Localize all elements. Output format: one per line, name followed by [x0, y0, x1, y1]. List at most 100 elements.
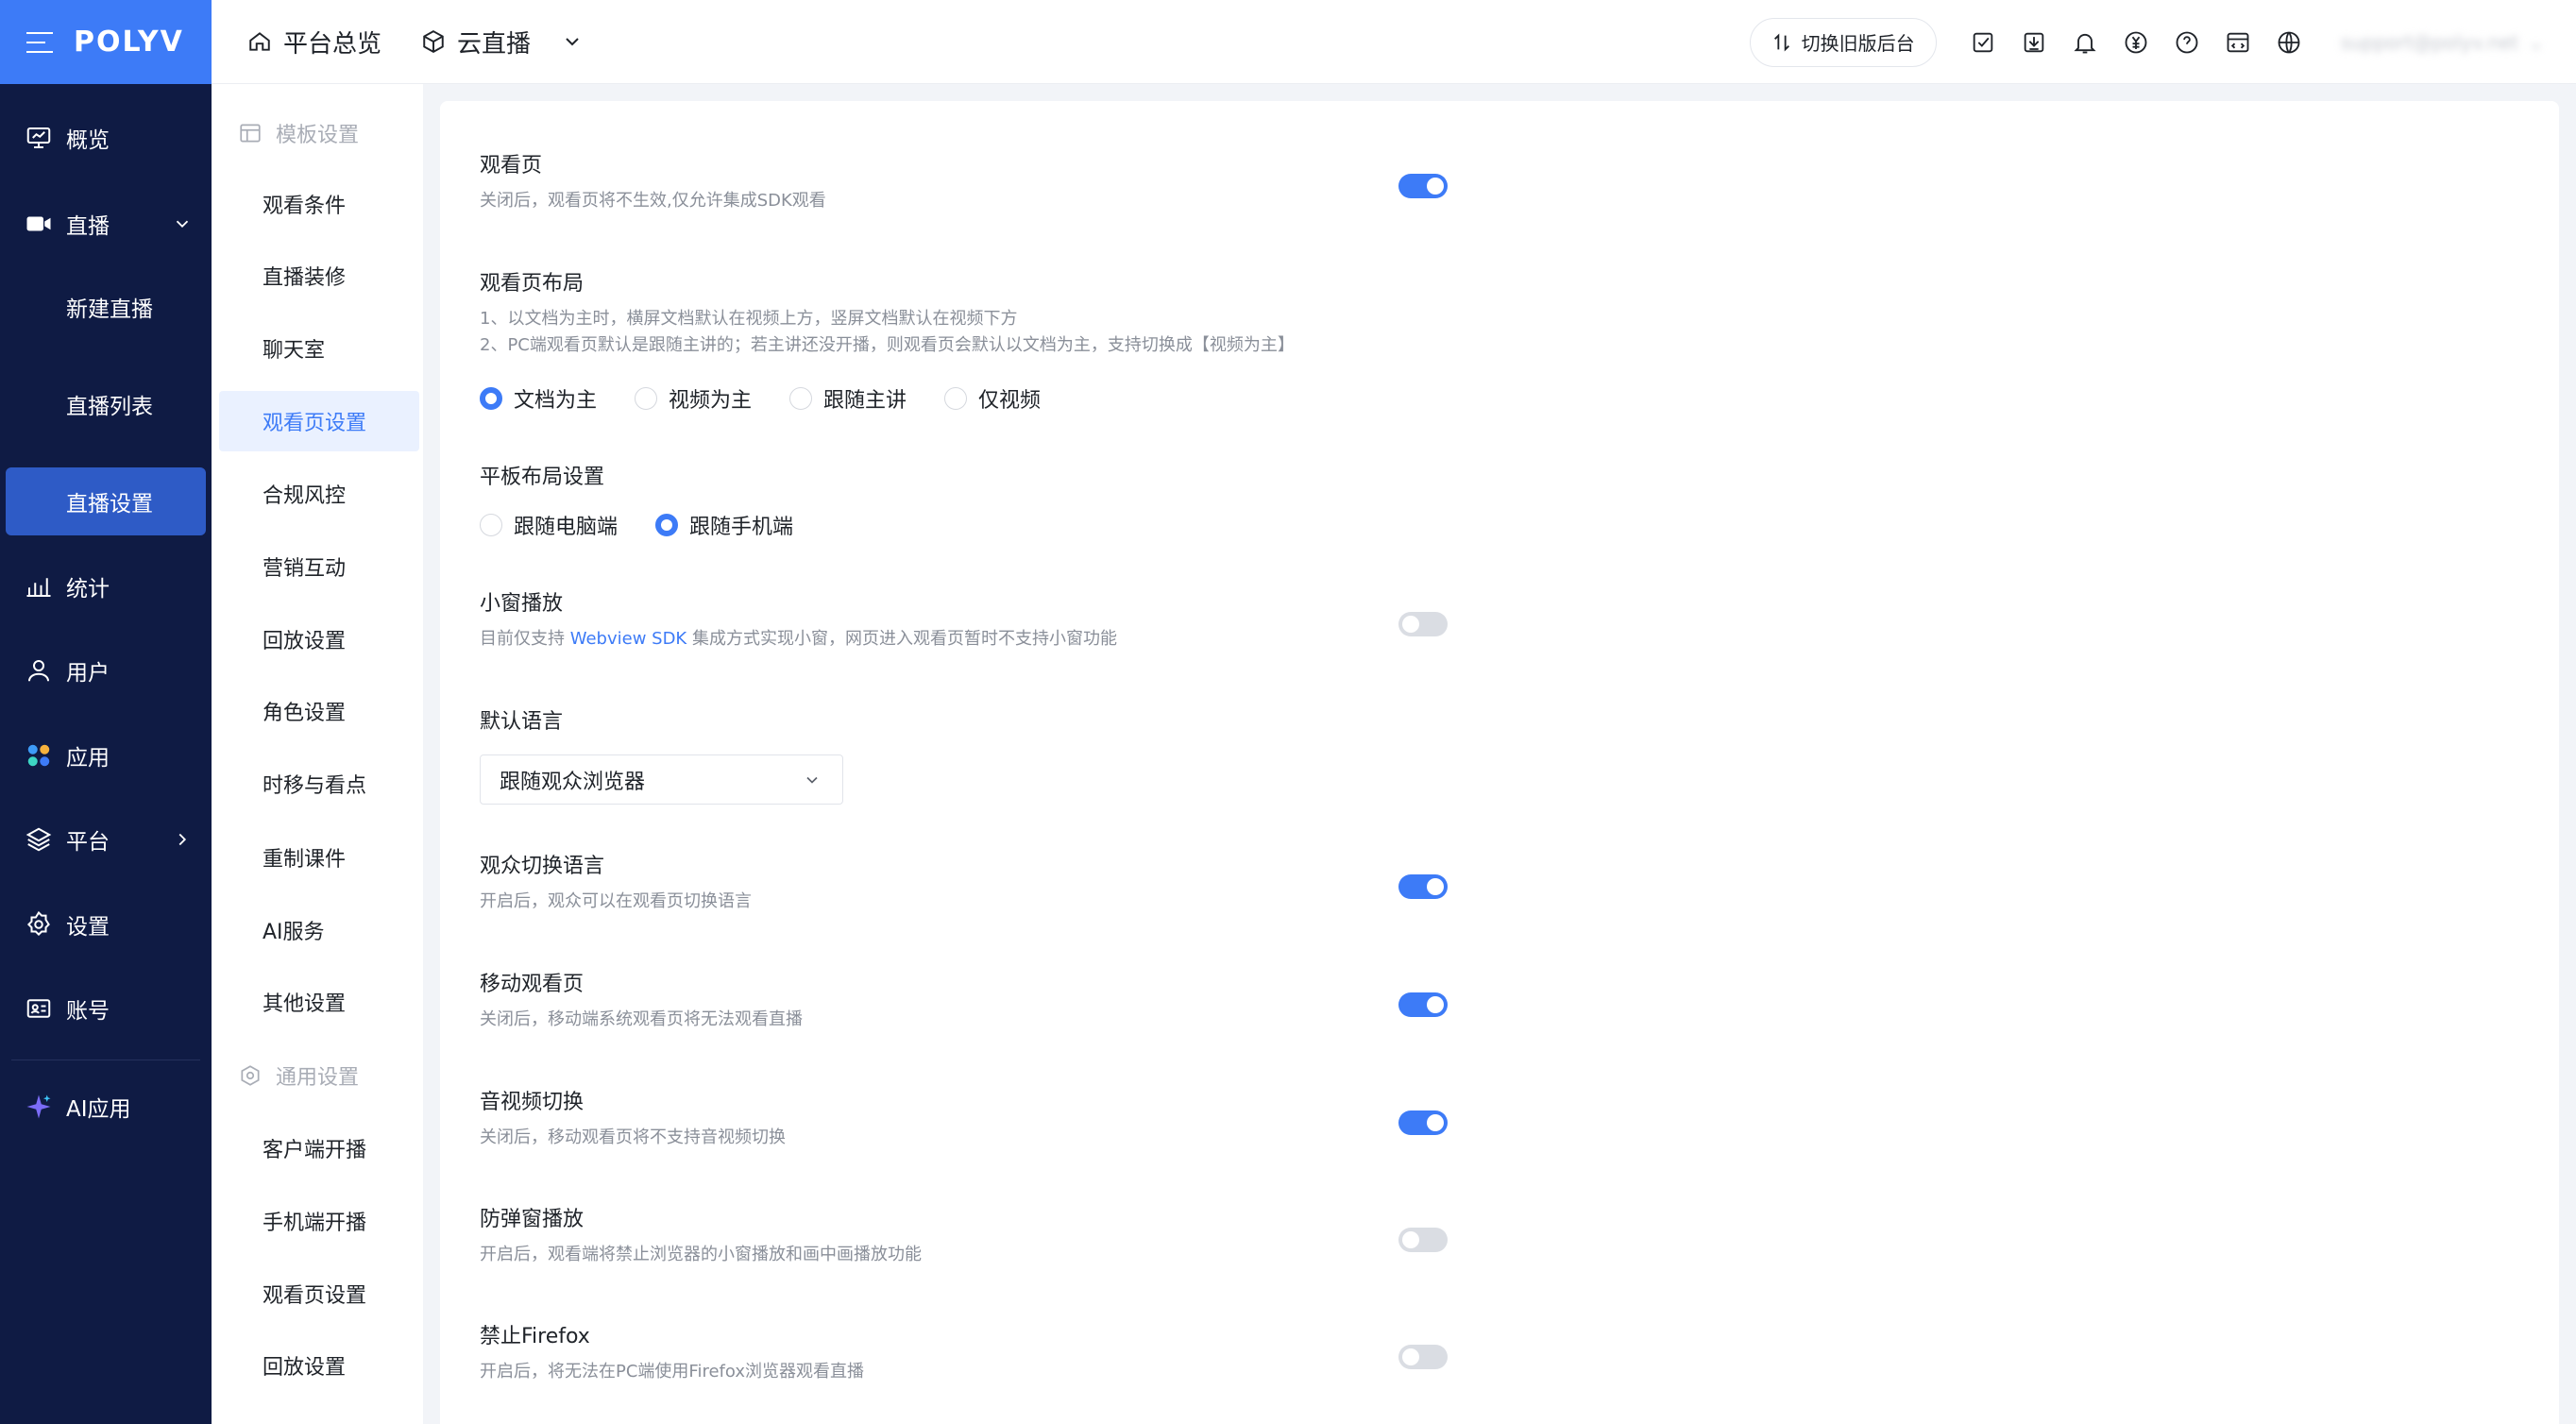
user-menu[interactable]: support@polyv.net ⌄ [2341, 31, 2544, 54]
viewer-switch-language-toggle[interactable] [1398, 874, 1448, 899]
desc-text: 目前仅支持 [480, 629, 570, 649]
nav-sub-new-live[interactable]: 新建直播 [0, 273, 212, 341]
bell-icon[interactable] [2072, 29, 2098, 56]
subnav-group-label: 通用设置 [276, 1066, 360, 1090]
setting-desc: 开启后，将无法在PC端使用Firefox浏览器观看直播 [480, 1362, 864, 1382]
setting-desc-line-2: 2、PC端观看页默认是跟随主讲的；若主讲还没开播，则观看页会默认以文档为主，支持… [480, 335, 1295, 355]
code-window-icon[interactable] [2225, 29, 2251, 56]
layout-radio-video-only[interactable]: 仅视频 [944, 383, 1041, 414]
desc-text: 集成方式实现小窗，网页进入观看页暂时不支持小窗功能 [686, 629, 1117, 649]
setting-desc: 开启后，观看端将禁止浏览器的小窗播放和画中画播放功能 [480, 1245, 922, 1264]
subnav-group-label: 模板设置 [276, 124, 360, 147]
setting-viewer-switch-language: 观众切换语言 开启后，观众可以在观看页切换语言 [480, 851, 752, 915]
subnav-item-timeshift[interactable]: 时移与看点 [263, 765, 366, 803]
subnav-item-chatroom[interactable]: 聊天室 [263, 330, 325, 367]
setting-title: 音视频切换 [480, 1091, 585, 1114]
mobile-watch-page-toggle[interactable] [1398, 992, 1448, 1017]
cube-icon [423, 30, 444, 53]
top-header: 平台总览 云直播 切换旧版后台 support@polyv.net ⌄ [212, 0, 2576, 84]
setting-title: 禁止Firefox [480, 1325, 590, 1348]
nav-sub-live-list[interactable]: 直播列表 [0, 370, 212, 438]
nav-item-label: 账号 [66, 999, 110, 1024]
setting-tablet-layout: 平板布局设置 [480, 462, 604, 494]
setting-mobile-watch-page: 移动观看页 关闭后，移动端系统观看页将无法观看直播 [480, 969, 803, 1033]
subnav-item-watch-conditions[interactable]: 观看条件 [263, 185, 346, 223]
subnav-item-general-watch-page[interactable]: 观看页设置 [263, 1275, 366, 1313]
setting-title: 观看页 [480, 154, 543, 178]
subnav-item-remake-courseware[interactable]: 重制课件 [263, 839, 346, 876]
nav-item-users[interactable]: 用户 [0, 636, 212, 704]
subnav-item-other[interactable]: 其他设置 [263, 983, 346, 1021]
id-card-icon [26, 999, 51, 1018]
setting-watch-page: 观看页 关闭后，观看页将不生效,仅允许集成SDK观看 [480, 150, 826, 214]
setting-desc: 关闭后，移动观看页将不支持音视频切换 [480, 1127, 786, 1147]
nav-item-label: 统计 [66, 577, 110, 602]
nav-sub-live-settings[interactable]: 直播设置 [6, 467, 206, 535]
block-firefox-toggle[interactable] [1398, 1345, 1448, 1369]
subnav-item-watch-page-settings[interactable]: 观看页设置 [219, 391, 419, 451]
crumb-cloud-live[interactable]: 云直播 [421, 25, 584, 59]
download-icon[interactable] [2021, 29, 2047, 56]
nav-item-platform[interactable]: 平台 [0, 805, 212, 873]
template-icon [240, 124, 261, 143]
setting-title: 默认语言 [480, 710, 564, 734]
menu-icon[interactable] [26, 31, 53, 53]
nav-item-overview[interactable]: 概览 [0, 104, 212, 172]
subnav-item-marketing[interactable]: 营销互动 [263, 548, 346, 585]
chevron-down-icon [806, 776, 818, 784]
chevron-down-icon[interactable] [561, 30, 584, 53]
nav-item-live[interactable]: 直播 [0, 190, 212, 258]
radio-dot [635, 387, 658, 410]
globe-icon[interactable] [2276, 29, 2302, 56]
radio-dot [480, 514, 502, 536]
layout-radio-document[interactable]: 文档为主 [480, 383, 597, 414]
setting-desc-line-1: 1、以文档为主时，横屏文档默认在视频上方，竖屏文档默认在视频下方 [480, 309, 1018, 329]
task-icon[interactable] [1970, 29, 1996, 56]
subnav-item-live-decoration[interactable]: 直播装修 [263, 257, 346, 295]
radio-dot [655, 514, 679, 536]
subnav-item-general-playback[interactable]: 回放设置 [263, 1347, 346, 1384]
subnav-item-client-broadcast[interactable]: 客户端开播 [263, 1129, 366, 1167]
swap-icon [1773, 32, 1789, 52]
watch-page-toggle[interactable] [1398, 174, 1448, 198]
default-language-select[interactable]: 跟随观众浏览器 [480, 754, 843, 805]
radio-label: 跟随手机端 [689, 516, 794, 539]
setting-mini-window: 小窗播放 目前仅支持 Webview SDK 集成方式实现小窗，网页进入观看页暂… [480, 588, 1117, 653]
webview-sdk-link[interactable]: Webview SDK [570, 629, 687, 649]
layers-icon [25, 827, 52, 852]
subnav-item-compliance[interactable]: 合规风控 [263, 475, 346, 513]
chevron-down-icon [176, 220, 189, 229]
radio-label: 跟随电脑端 [514, 516, 619, 539]
layout-radio-video[interactable]: 视频为主 [635, 383, 752, 414]
radio-label: 文档为主 [514, 389, 598, 413]
radio-dot [944, 387, 968, 410]
crumb-platform-overview[interactable]: 平台总览 [247, 25, 381, 59]
subnav-item-ai-service[interactable]: AI服务 [263, 911, 325, 949]
bar-chart-icon [26, 578, 51, 597]
tablet-radio-follow-mobile[interactable]: 跟随手机端 [655, 510, 793, 540]
anti-popup-toggle[interactable] [1398, 1228, 1448, 1252]
layout-radio-follow-host[interactable]: 跟随主讲 [789, 383, 907, 414]
mini-window-toggle[interactable] [1398, 612, 1448, 636]
setting-title: 观众切换语言 [480, 855, 605, 878]
tablet-radio-follow-pc[interactable]: 跟随电脑端 [480, 510, 618, 540]
subnav-item-mobile-broadcast[interactable]: 手机端开播 [263, 1202, 366, 1240]
settings-panel: 观看页 关闭后，观看页将不生效,仅允许集成SDK观看 观看页布局 1、以文档为主… [440, 101, 2559, 1424]
subnav-item-roles[interactable]: 角色设置 [263, 692, 346, 730]
nav-item-ai-apps[interactable]: AI应用 [0, 1073, 212, 1141]
video-camera-icon [26, 216, 51, 231]
help-icon[interactable] [2174, 29, 2200, 56]
switch-old-console-button[interactable]: 切换旧版后台 [1749, 17, 1937, 67]
brand-logo[interactable]: POLYV [74, 25, 184, 59]
home-icon [249, 32, 270, 51]
nav-item-stats[interactable]: 统计 [0, 552, 212, 620]
setting-watch-layout: 观看页布局 1、以文档为主时，横屏文档默认在视频上方，竖屏文档默认在视频下方 2… [480, 268, 1295, 359]
nav-item-apps[interactable]: 应用 [0, 721, 212, 789]
nav-item-account[interactable]: 账号 [0, 975, 212, 1043]
nav-item-settings[interactable]: 设置 [0, 890, 212, 958]
subnav-item-playback[interactable]: 回放设置 [263, 620, 346, 658]
setting-default-language: 默认语言 [480, 706, 563, 738]
settings-subnav: 模板设置 观看条件 直播装修 聊天室 观看页设置 合规风控 营销互动 回放设置 … [212, 84, 423, 1424]
yuan-icon[interactable] [2123, 29, 2149, 56]
av-switch-toggle[interactable] [1398, 1110, 1448, 1135]
